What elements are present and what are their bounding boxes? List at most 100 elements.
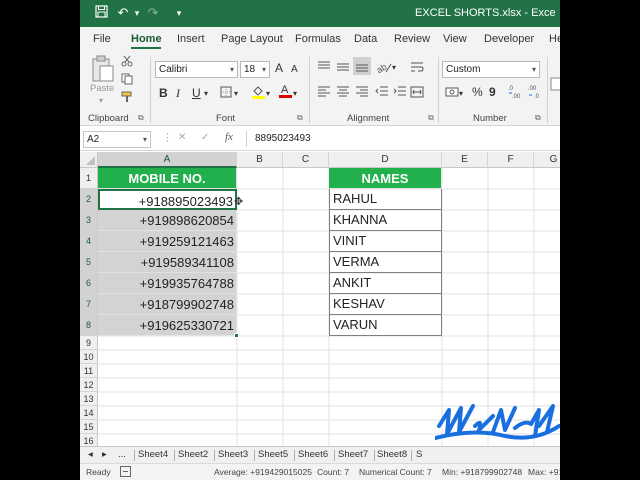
orientation-icon[interactable]: ab [375, 60, 392, 77]
accounting-format-icon[interactable] [445, 86, 459, 101]
underline-dropdown-icon[interactable]: ▾ [204, 87, 208, 101]
sheet-prev-icon[interactable]: ◂ [88, 449, 93, 460]
format-painter-icon[interactable] [120, 91, 134, 106]
row-header[interactable]: 16 [80, 434, 98, 446]
conditional-formatting-icon[interactable] [550, 77, 560, 94]
sheet-tab[interactable]: Sheet6 [298, 449, 328, 460]
align-center-icon[interactable] [336, 86, 350, 101]
align-bottom-icon[interactable] [353, 57, 371, 75]
increase-indent-icon[interactable] [393, 86, 407, 101]
row-header[interactable]: 10 [80, 350, 98, 364]
cell-mobile[interactable]: +919625330721 [98, 315, 237, 336]
column-header-c[interactable]: C [283, 152, 329, 168]
align-left-icon[interactable] [317, 86, 331, 101]
cell-name[interactable]: RAHUL [329, 189, 442, 210]
row-header[interactable]: 2 [80, 189, 98, 210]
row-header[interactable]: 3 [80, 210, 98, 231]
number-format-combo[interactable]: Custom ▾ [442, 61, 540, 78]
increase-decimal-icon[interactable]: .0.00 [508, 83, 524, 102]
customize-quick-access-icon[interactable]: ▾ [170, 5, 188, 21]
row-header[interactable]: 13 [80, 392, 98, 406]
cell-name[interactable]: ANKIT [329, 273, 442, 294]
row-header[interactable]: 9 [80, 336, 98, 350]
row-header[interactable]: 4 [80, 231, 98, 252]
tab-help[interactable]: He [549, 33, 560, 45]
column-header-a[interactable]: A [98, 152, 237, 168]
font-color-dropdown-icon[interactable]: ▾ [293, 87, 297, 101]
tab-view[interactable]: View [443, 33, 467, 45]
row-header[interactable]: 12 [80, 378, 98, 392]
orientation-dropdown-icon[interactable]: ▾ [392, 61, 396, 75]
sheet-tab[interactable]: Sheet5 [258, 449, 288, 460]
paste-dropdown-icon[interactable]: ▾ [99, 96, 103, 105]
cancel-icon[interactable]: ✕ [178, 132, 186, 143]
cell-mobile[interactable]: +919898620854 [98, 210, 237, 231]
cell-a1-header[interactable]: MOBILE NO. [98, 168, 237, 189]
row-header[interactable]: 11 [80, 364, 98, 378]
fill-color-icon[interactable] [252, 85, 265, 102]
row-header[interactable]: 14 [80, 406, 98, 420]
cell-mobile[interactable]: +919935764788 [98, 273, 237, 294]
tab-insert[interactable]: Insert [177, 33, 205, 45]
align-middle-icon[interactable] [336, 60, 350, 77]
cut-icon[interactable] [120, 55, 134, 70]
sheet-tab[interactable]: Sheet7 [338, 449, 368, 460]
italic-button[interactable]: I [176, 86, 180, 100]
decrease-font-size-icon[interactable]: A [291, 63, 298, 77]
fill-handle[interactable] [234, 333, 239, 338]
cell-mobile[interactable]: +919259121463 [98, 231, 237, 252]
accounting-dropdown-icon[interactable]: ▾ [459, 87, 463, 101]
column-header-b[interactable]: B [237, 152, 283, 168]
spreadsheet-grid[interactable]: A B C D E F G 1 2 3 4 5 6 7 8 9 10 11 12… [80, 152, 560, 446]
sheet-tab[interactable]: Sheet3 [218, 449, 248, 460]
paste-icon[interactable] [90, 55, 116, 83]
column-header-f[interactable]: F [488, 152, 534, 168]
copy-icon[interactable] [120, 73, 134, 88]
decrease-decimal-icon[interactable]: .00.0 [528, 83, 544, 102]
row-header[interactable]: 7 [80, 294, 98, 315]
font-size-combo[interactable]: 18 ▾ [240, 61, 270, 78]
cell-name[interactable]: KHANNA [329, 210, 442, 231]
paste-label[interactable]: Paste [90, 83, 114, 94]
decrease-indent-icon[interactable] [375, 86, 389, 101]
cell-name[interactable]: VINIT [329, 231, 442, 252]
tab-home[interactable]: Home [131, 33, 162, 45]
increase-font-size-icon[interactable]: A [275, 61, 283, 75]
column-header-e[interactable]: E [442, 152, 488, 168]
enter-icon[interactable]: ✓ [201, 132, 209, 143]
column-header-d[interactable]: D [329, 152, 442, 168]
tab-file[interactable]: File [93, 33, 111, 45]
accessibility-icon[interactable] [120, 466, 131, 479]
fill-color-dropdown-icon[interactable]: ▾ [266, 87, 270, 101]
font-color-icon[interactable]: A [279, 83, 292, 101]
row-header[interactable]: 8 [80, 315, 98, 336]
clipboard-launcher-icon[interactable]: ⧉ [138, 113, 144, 123]
tab-data[interactable]: Data [354, 33, 377, 45]
row-header[interactable]: 1 [80, 168, 98, 189]
redo-icon[interactable]: ↷ [144, 5, 162, 21]
row-header[interactable]: 6 [80, 273, 98, 294]
sheet-more-icon[interactable]: ... [118, 449, 126, 460]
font-name-combo[interactable]: Calibri ▾ [155, 61, 238, 78]
formula-input[interactable]: 8895023493 [255, 133, 311, 144]
cell-mobile[interactable]: +919589341108 [98, 252, 237, 273]
underline-button[interactable]: U [192, 86, 201, 100]
column-header-g[interactable]: G [534, 152, 560, 168]
font-launcher-icon[interactable]: ⧉ [297, 113, 303, 123]
sheet-tab[interactable]: Sheet2 [178, 449, 208, 460]
cell-a2-active[interactable]: +918895023493 [98, 189, 237, 210]
percent-style-icon[interactable]: % [472, 85, 483, 99]
row-header[interactable]: 5 [80, 252, 98, 273]
tab-page-layout[interactable]: Page Layout [221, 33, 283, 45]
borders-dropdown-icon[interactable]: ▾ [234, 87, 238, 101]
sheet-tab[interactable]: Sheet8 [377, 449, 407, 460]
sheet-next-icon[interactable]: ▸ [102, 449, 107, 460]
tab-developer[interactable]: Developer [484, 33, 534, 45]
sheet-tab[interactable]: Sheet4 [138, 449, 168, 460]
borders-icon[interactable] [220, 86, 232, 101]
cell-d1-header[interactable]: NAMES [329, 168, 442, 189]
row-header[interactable]: 15 [80, 420, 98, 434]
merge-center-icon[interactable] [410, 86, 424, 101]
tab-review[interactable]: Review [394, 33, 430, 45]
cell-name[interactable]: VARUN [329, 315, 442, 336]
